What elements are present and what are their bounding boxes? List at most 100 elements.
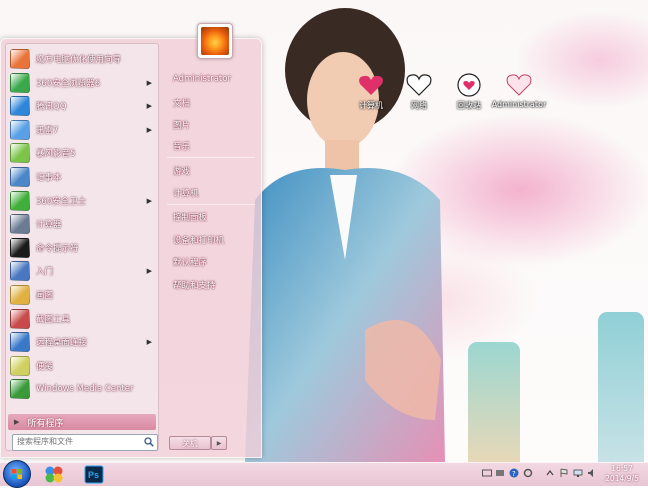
program-label: Windows Media Center: [36, 384, 134, 395]
right-item-devices-printers[interactable]: 设备和打印机: [173, 234, 224, 246]
volume-icon[interactable]: [587, 468, 597, 478]
right-pane-separator: [167, 204, 255, 205]
program-item[interactable]: 计算器: [10, 213, 156, 235]
program-item[interactable]: 暴风影音5: [10, 142, 156, 164]
right-item-games[interactable]: 游戏: [173, 165, 190, 177]
submenu-arrow-icon: ▶: [146, 196, 152, 205]
right-pane-separator: [167, 157, 255, 158]
search-icon[interactable]: [144, 437, 154, 447]
program-label: 360安全卫士: [36, 196, 87, 207]
show-hidden-icons-icon[interactable]: [545, 468, 555, 478]
all-programs-button[interactable]: ▶ 所有程序: [8, 414, 156, 430]
program-label: 命令提示符: [36, 243, 79, 254]
program-item[interactable]: 魔方电脑优化使用向导: [10, 48, 156, 70]
notepad-icon: [10, 167, 30, 187]
program-label: 360安全浏览器6: [36, 78, 101, 89]
flower-avatar-icon: [201, 27, 229, 55]
triangle-right-icon: ▶: [14, 418, 20, 426]
shutdown-options-button[interactable]: ▶: [211, 436, 227, 450]
heart-icon: [356, 72, 386, 98]
right-item-music[interactable]: 音乐: [173, 140, 190, 152]
right-item-default-programs[interactable]: 默认程序: [173, 256, 207, 268]
keyboard-icon[interactable]: [482, 468, 492, 478]
network-icon[interactable]: [573, 468, 583, 478]
program-label: 截图工具: [36, 314, 71, 325]
program-label: 画图: [36, 291, 54, 301]
settings-icon[interactable]: [523, 468, 533, 478]
user-picture[interactable]: [197, 23, 233, 59]
program-item[interactable]: 便笺: [10, 355, 156, 377]
program-item[interactable]: 360安全浏览器6 ▶: [10, 72, 156, 94]
start-search-input[interactable]: [13, 435, 139, 448]
program-item[interactable]: Windows Media Center: [10, 378, 156, 400]
desktop-icon-administrator[interactable]: Administrator: [490, 72, 548, 109]
desktop-icon-label: Administrator: [491, 100, 547, 109]
program-item[interactable]: 迅雷7 ▶: [10, 119, 156, 141]
baofeng-icon: [10, 143, 30, 164]
love-ever-icon: [404, 72, 434, 98]
calculator-icon: [10, 214, 30, 235]
action-center-flag-icon[interactable]: [559, 468, 569, 478]
start-search-box[interactable]: [12, 434, 158, 451]
submenu-arrow-icon: ▶: [146, 267, 152, 276]
cmd-icon: [10, 237, 30, 258]
wallpaper-person: [245, 8, 445, 462]
program-label: 远程桌面连接: [36, 338, 88, 349]
right-item-control-panel[interactable]: 控制面板: [173, 211, 207, 223]
start-menu: 魔方电脑优化使用向导 360安全浏览器6 ▶ 腾讯QQ ▶ 迅雷7 ▶ 暴风影音5 记事本 360…: [0, 23, 262, 458]
cube-icon: [10, 49, 30, 69]
clock-date: 2014/9/5: [605, 474, 639, 483]
start-menu-programs-pane: 魔方电脑优化使用向导 360安全浏览器6 ▶ 腾讯QQ ▶ 迅雷7 ▶ 暴风影音5 记事本 360…: [5, 43, 159, 451]
program-label: 迅雷7: [36, 125, 59, 136]
right-item-administrator[interactable]: Administrator: [173, 74, 231, 84]
wallpaper-post-right: [598, 312, 644, 462]
submenu-arrow-icon: ▶: [146, 102, 152, 111]
program-item[interactable]: 记事本: [10, 166, 156, 188]
program-item[interactable]: 入门 ▶: [10, 260, 156, 282]
program-item[interactable]: 360安全卫士 ▶: [10, 190, 156, 212]
remote-desktop-icon: [10, 332, 30, 353]
svg-text:Ps: Ps: [88, 470, 99, 480]
shutdown-button[interactable]: 关机: [169, 436, 211, 450]
taskbar-dotcolor-button[interactable]: [44, 465, 64, 484]
windows-logo-icon: [12, 469, 22, 479]
shield-plus-icon: [10, 190, 30, 211]
ime-icon[interactable]: [495, 468, 505, 478]
love-badge-icon: [454, 72, 484, 98]
program-label: 入门: [36, 267, 54, 278]
program-item[interactable]: 画图: [10, 284, 156, 306]
media-center-icon: [10, 379, 30, 400]
paint-icon: [10, 285, 30, 305]
submenu-arrow-icon: ▶: [146, 338, 152, 347]
right-item-pictures[interactable]: 图片: [173, 119, 190, 131]
sticky-notes-icon: [10, 355, 30, 376]
right-item-help-support[interactable]: 帮助和支持: [173, 279, 216, 291]
program-item[interactable]: 截图工具: [10, 308, 156, 330]
program-label: 记事本: [36, 173, 62, 183]
wallpaper-post-left: [468, 342, 520, 462]
program-label: 暴风影音5: [36, 149, 76, 160]
system-clock[interactable]: 16:57 2014/9/5: [600, 464, 644, 484]
right-item-documents[interactable]: 文档: [173, 97, 190, 109]
scissors-icon: [10, 308, 30, 329]
taskbar: Ps ? 16:57 2014/9/5: [0, 460, 648, 488]
taskbar-photoshop-button[interactable]: Ps: [84, 465, 104, 484]
program-item[interactable]: 远程桌面连接 ▶: [10, 331, 156, 353]
dotcolor-icon: [45, 466, 63, 483]
love-you-icon: [504, 72, 534, 98]
program-item[interactable]: 腾讯QQ ▶: [10, 95, 156, 117]
program-label: 腾讯QQ: [36, 102, 67, 113]
thunder-icon: [10, 119, 30, 140]
triangle-right-icon: ▶: [216, 439, 222, 447]
right-item-computer[interactable]: 计算机: [173, 187, 199, 199]
qq-icon: [10, 96, 30, 117]
program-item[interactable]: 命令提示符: [10, 237, 156, 259]
svg-text:?: ?: [512, 470, 516, 478]
program-label: 便笺: [36, 361, 54, 372]
getting-started-icon: [10, 261, 30, 282]
browser-icon: [10, 72, 30, 93]
program-label: 魔方电脑优化使用向导: [36, 55, 122, 65]
photoshop-icon: Ps: [84, 465, 104, 484]
start-button[interactable]: [3, 460, 31, 488]
help-icon[interactable]: ?: [509, 468, 519, 478]
